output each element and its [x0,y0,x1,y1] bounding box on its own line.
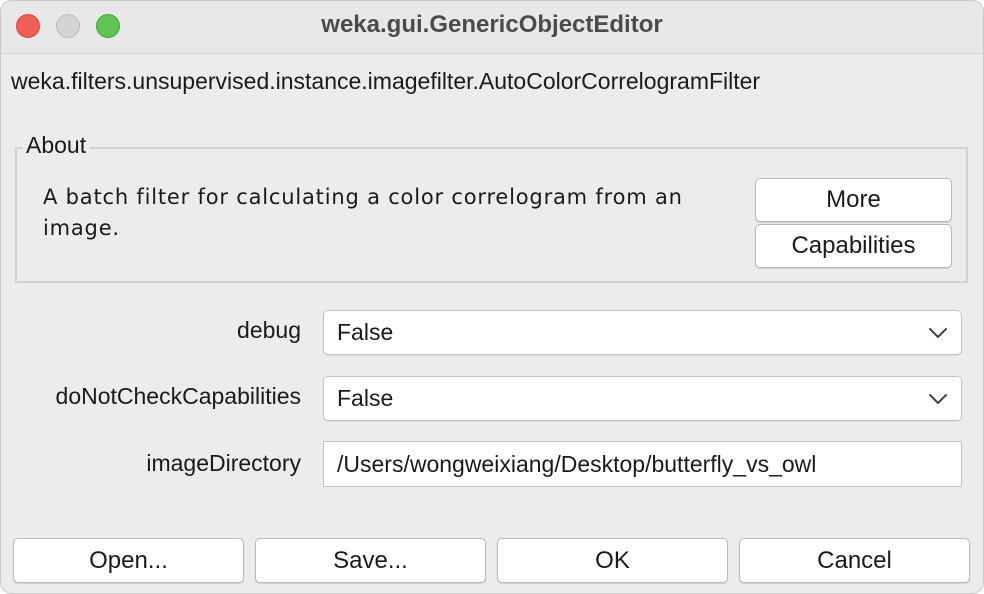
title-bar[interactable]: weka.gui.GenericObjectEditor [1,1,983,54]
chevron-down-icon [929,328,947,338]
cancel-button[interactable]: Cancel [739,538,970,583]
open-button[interactable]: Open... [13,538,244,583]
chevron-down-icon [929,394,947,404]
do-not-check-capabilities-label: doNotCheckCapabilities [55,383,301,409]
ok-button[interactable]: OK [497,538,728,583]
capabilities-button[interactable]: Capabilities [755,224,952,268]
debug-select[interactable]: False [323,310,962,355]
do-not-check-capabilities-select[interactable]: False [323,376,962,421]
about-description: A batch filter for calculating a color c… [43,185,683,240]
image-directory-label: imageDirectory [146,450,301,476]
generic-object-editor-window: weka.gui.GenericObjectEditor weka.filter… [0,0,984,594]
image-directory-field[interactable] [323,441,962,487]
window-title: weka.gui.GenericObjectEditor [321,11,663,38]
debug-select-value: False [337,319,394,345]
do-not-check-capabilities-select-value: False [337,385,394,411]
more-button[interactable]: More [755,178,952,222]
object-class-name: weka.filters.unsupervised.instance.image… [11,68,761,94]
save-button[interactable]: Save... [255,538,486,583]
about-legend: About [23,132,90,159]
debug-label: debug [237,317,301,343]
